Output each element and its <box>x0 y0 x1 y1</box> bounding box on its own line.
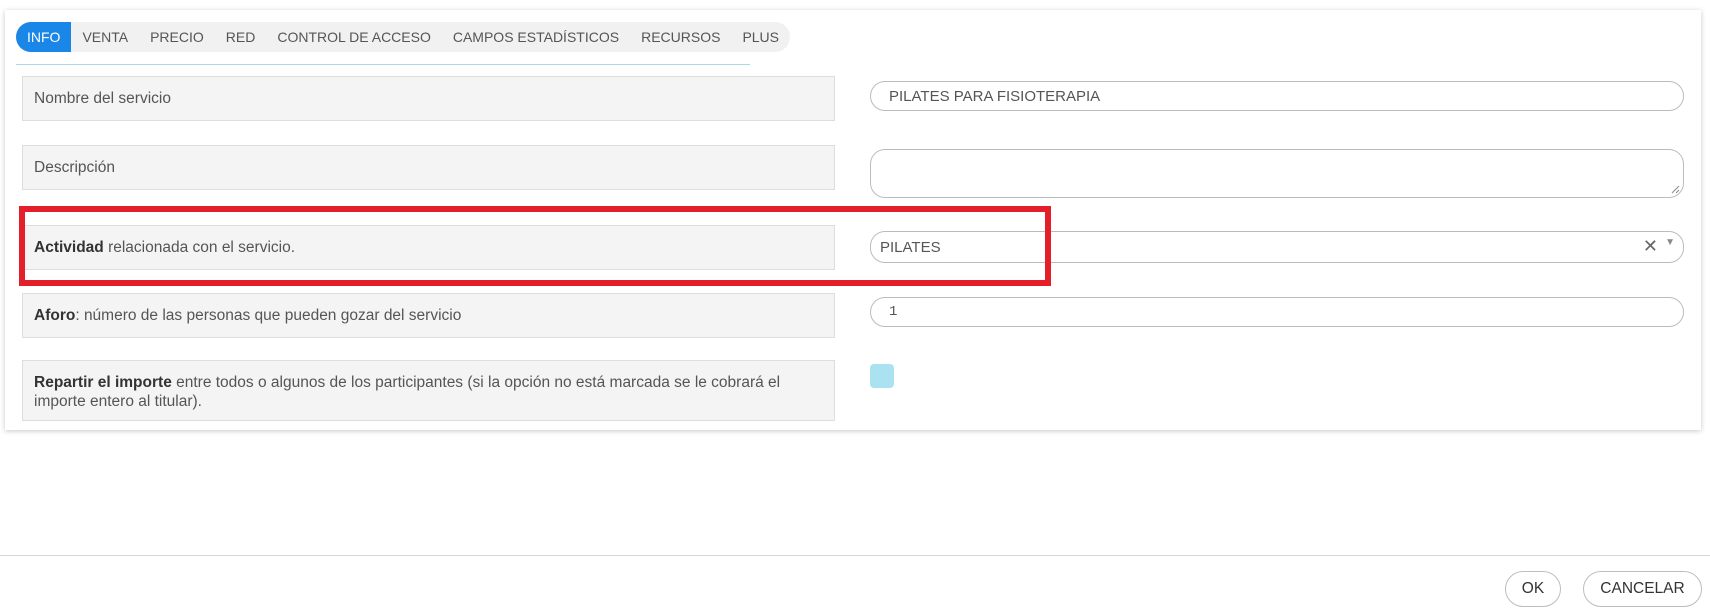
aforo-input[interactable]: 1 <box>870 297 1684 327</box>
aforo-label-bold: Aforo <box>34 307 76 324</box>
footer-divider <box>0 555 1710 556</box>
aforo-value: 1 <box>889 304 898 320</box>
tab-info[interactable]: INFO <box>16 22 72 52</box>
aforo-label-rest: : número de las personas que pueden goza… <box>75 307 462 324</box>
aforo-label: Aforo: número de las personas que pueden… <box>22 293 835 338</box>
repartir-checkbox[interactable] <box>870 364 894 388</box>
chevron-down-icon[interactable]: ▼ <box>1665 237 1675 248</box>
tab-control-de-acceso[interactable]: CONTROL DE ACCESO <box>266 22 442 52</box>
highlight-box <box>19 206 1051 286</box>
descripcion-textarea[interactable] <box>870 149 1684 198</box>
tab-precio[interactable]: PRECIO <box>139 22 215 52</box>
cancel-button[interactable]: CANCELAR <box>1583 571 1702 607</box>
tab-recursos[interactable]: RECURSOS <box>630 22 731 52</box>
tab-bar: INFO VENTA PRECIO RED CONTROL DE ACCESO … <box>16 22 791 52</box>
tab-red[interactable]: RED <box>215 22 267 52</box>
tab-campos-estadisticos[interactable]: CAMPOS ESTADÍSTICOS <box>442 22 630 52</box>
tab-plus[interactable]: PLUS <box>731 22 790 52</box>
nombre-input[interactable]: PILATES PARA FISIOTERAPIA <box>870 81 1684 111</box>
nombre-label: Nombre del servicio <box>22 76 835 121</box>
descripcion-label-text: Descripción <box>34 159 115 176</box>
nombre-value: PILATES PARA FISIOTERAPIA <box>889 87 1101 105</box>
tab-venta[interactable]: VENTA <box>71 22 139 52</box>
tab-underline <box>16 64 750 65</box>
ok-button[interactable]: OK <box>1505 571 1561 607</box>
repartir-label-bold: Repartir el importe <box>34 374 172 391</box>
resize-grip-icon[interactable] <box>1670 184 1680 194</box>
repartir-label: Repartir el importe entre todos o alguno… <box>22 360 835 421</box>
close-icon[interactable]: ✕ <box>1643 237 1658 255</box>
descripcion-label: Descripción <box>22 145 835 190</box>
nombre-label-text: Nombre del servicio <box>34 90 171 107</box>
